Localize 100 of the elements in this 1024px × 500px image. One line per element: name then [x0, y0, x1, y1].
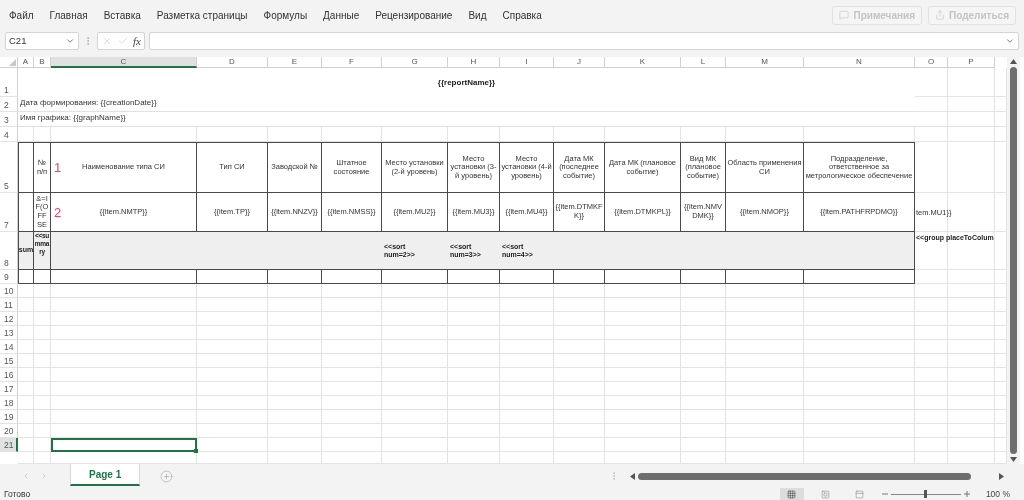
grid-cell[interactable] — [448, 312, 500, 326]
grid-cell[interactable] — [500, 298, 554, 312]
grid-cell[interactable] — [948, 284, 995, 298]
grid-cell[interactable] — [605, 298, 681, 312]
menu-item[interactable]: Главная — [41, 5, 96, 25]
grid-cell[interactable] — [268, 382, 322, 396]
grid-cell[interactable] — [18, 452, 34, 464]
grid-cell[interactable] — [804, 382, 915, 396]
grid-cell[interactable] — [915, 396, 948, 410]
grid-cell[interactable] — [554, 424, 605, 438]
grid-cell[interactable] — [34, 410, 51, 424]
grid-cell[interactable] — [804, 354, 915, 368]
grid-cell[interactable] — [322, 452, 382, 464]
grid-cell[interactable] — [804, 396, 915, 410]
menu-item[interactable]: Рецензирование — [367, 5, 461, 25]
grid-cell[interactable] — [322, 354, 382, 368]
grid-cell[interactable] — [34, 340, 51, 354]
grid-cell[interactable] — [34, 354, 51, 368]
grid-cell[interactable] — [448, 396, 500, 410]
grid-cell[interactable] — [18, 410, 34, 424]
grid-cell[interactable] — [948, 97, 995, 112]
grid-cell[interactable] — [681, 424, 726, 438]
grid-cell[interactable] — [18, 312, 34, 326]
scroll-thumb[interactable] — [1010, 67, 1017, 454]
grid-cell[interactable] — [726, 354, 804, 368]
row-header[interactable]: 15 — [0, 354, 18, 368]
grid-cell[interactable] — [605, 340, 681, 354]
grid-cell[interactable] — [948, 452, 995, 464]
grid-cell[interactable] — [948, 368, 995, 382]
row-header[interactable]: 4 — [0, 127, 18, 142]
grid-cell[interactable] — [605, 396, 681, 410]
grid-cell[interactable] — [804, 438, 915, 452]
grid-cell[interactable] — [34, 298, 51, 312]
grid-cell[interactable] — [948, 112, 995, 127]
grid-cell[interactable] — [804, 410, 915, 424]
grid-cell[interactable] — [18, 382, 34, 396]
grid-cell[interactable] — [322, 382, 382, 396]
grid-cell[interactable] — [51, 298, 197, 312]
grid-cell[interactable] — [18, 298, 34, 312]
grid-cell[interactable] — [948, 270, 995, 284]
grid-cell[interactable] — [605, 410, 681, 424]
grid-cell[interactable] — [605, 326, 681, 340]
grid-cell[interactable] — [804, 298, 915, 312]
grid-cell[interactable] — [322, 326, 382, 340]
sheet-tab[interactable]: Page 1 — [70, 464, 141, 486]
grid-cell[interactable] — [448, 340, 500, 354]
grid-cell[interactable] — [268, 452, 322, 464]
grid-cell[interactable] — [726, 382, 804, 396]
grid-cell[interactable] — [268, 326, 322, 340]
menu-item[interactable]: Формулы — [255, 5, 316, 25]
grid-cell[interactable] — [382, 410, 448, 424]
column-header[interactable]: O — [915, 57, 948, 68]
grid-cell[interactable] — [948, 326, 995, 340]
grid-cell[interactable] — [726, 368, 804, 382]
grid-cell[interactable] — [726, 298, 804, 312]
row-header[interactable]: 11 — [0, 298, 18, 312]
grid-cell[interactable] — [268, 368, 322, 382]
grid-cell[interactable] — [500, 368, 554, 382]
grid-cell[interactable] — [18, 396, 34, 410]
grid-cell[interactable] — [554, 368, 605, 382]
grid-cell[interactable] — [915, 354, 948, 368]
grid-cell[interactable] — [554, 340, 605, 354]
grid-cell[interactable] — [448, 424, 500, 438]
grid-cell[interactable] — [948, 68, 995, 97]
grid-cell[interactable] — [322, 368, 382, 382]
grid-cell[interactable] — [804, 340, 915, 354]
grid-cell[interactable] — [554, 354, 605, 368]
row-header[interactable]: 13 — [0, 326, 18, 340]
cancel-icon[interactable] — [101, 35, 113, 47]
grid-cell[interactable] — [554, 452, 605, 464]
grid-cell[interactable] — [915, 298, 948, 312]
grid-cell[interactable] — [197, 368, 268, 382]
grid-cell[interactable] — [197, 396, 268, 410]
column-header[interactable]: P — [948, 57, 995, 68]
grid-cell[interactable] — [500, 396, 554, 410]
grid-cell[interactable] — [197, 438, 268, 452]
grid-cell[interactable] — [197, 410, 268, 424]
row-header[interactable]: 18 — [0, 396, 18, 410]
dropdown-icon[interactable] — [65, 36, 75, 46]
grid-cell[interactable] — [605, 438, 681, 452]
grid-cell[interactable] — [51, 382, 197, 396]
grid-cell[interactable] — [681, 438, 726, 452]
grid-cell[interactable] — [681, 410, 726, 424]
grid-cell[interactable] — [268, 410, 322, 424]
grid-cell[interactable] — [726, 326, 804, 340]
grid-cell[interactable] — [500, 452, 554, 464]
scroll-thumb[interactable] — [638, 472, 971, 480]
grid-cell[interactable] — [34, 326, 51, 340]
column-header[interactable]: C — [51, 57, 197, 68]
grid-cell[interactable] — [382, 452, 448, 464]
grid-cell[interactable] — [605, 354, 681, 368]
grid-cell[interactable] — [322, 424, 382, 438]
grid-cell[interactable] — [51, 312, 197, 326]
menu-item[interactable]: Файл — [1, 5, 42, 25]
grid-cell[interactable] — [681, 340, 726, 354]
grid-cell[interactable] — [500, 382, 554, 396]
row-header[interactable]: 19 — [0, 410, 18, 424]
grid-cell[interactable] — [382, 312, 448, 326]
grid-cell[interactable] — [51, 424, 197, 438]
menu-item[interactable]: Разметка страницы — [148, 5, 256, 25]
